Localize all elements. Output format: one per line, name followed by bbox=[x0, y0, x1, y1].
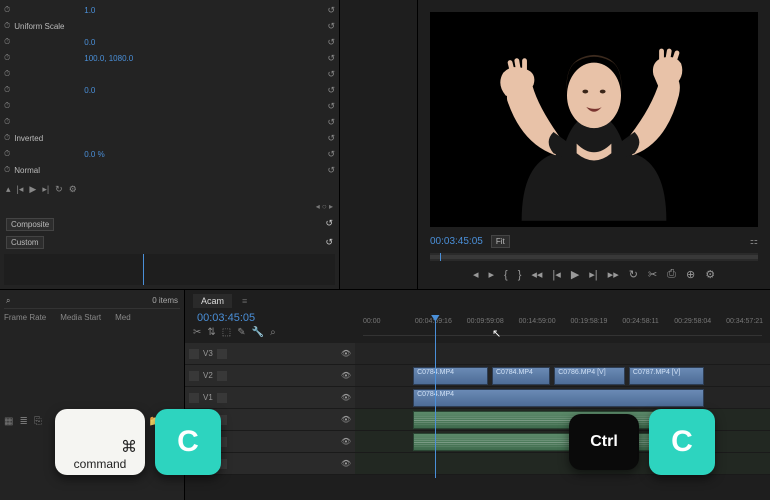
track-header[interactable]: V3👁 bbox=[185, 343, 355, 365]
transport-controls[interactable]: ◂ ▸ {} ◂◂ |◂ ▶ ▸| ▸▸ ↻ ✂ ⎙ ⊕ ⚙ bbox=[430, 264, 758, 285]
ruler-tick: 00:04:59:16 bbox=[415, 318, 452, 325]
project-column-headers[interactable]: Frame Rate Media Start Med bbox=[4, 308, 180, 326]
track-header[interactable]: V2👁 bbox=[185, 365, 355, 387]
ruler-tick: 00:24:58:11 bbox=[622, 318, 658, 325]
effect-timeline-area[interactable] bbox=[4, 254, 335, 285]
blend-composite-dropdown[interactable]: Composite bbox=[6, 218, 54, 231]
transport-button[interactable]: ⎙ bbox=[667, 268, 676, 281]
effect-playback-controls[interactable]: ▴|◂▶▸|↻⚙ bbox=[0, 180, 339, 199]
timeline-clip[interactable]: C0784.MP4 bbox=[492, 367, 550, 385]
program-monitor-panel: 00:03:45:05 Fit ⚏ ◂▸{}◂◂|◂▶▸|▸▸↻✂⎙⊕⚙ bbox=[418, 0, 770, 289]
track-lane[interactable]: C0784.MP4C0784.MP4C0786.MP4 [V]C0787.MP4… bbox=[355, 365, 770, 387]
effect-property-row[interactable]: ⏱↺ bbox=[0, 114, 339, 130]
ruler-tick: 00:00 bbox=[363, 318, 381, 325]
effect-property-row[interactable]: ⏱Inverted↺ bbox=[0, 130, 339, 146]
transport-button[interactable]: |◂ bbox=[552, 268, 560, 281]
effect-property-row[interactable]: ⏱0.0↺ bbox=[0, 82, 339, 98]
timeline-tool-buttons[interactable]: ✂⇅⬚✎🔧⌕ bbox=[193, 324, 363, 341]
effect-property-row[interactable]: ⏱↺ bbox=[0, 66, 339, 82]
sequence-tab[interactable]: Acam bbox=[193, 294, 232, 308]
track-header[interactable]: V1👁 bbox=[185, 387, 355, 409]
transport-button[interactable]: } bbox=[518, 269, 522, 281]
ruler-tick: 00:09:59:08 bbox=[467, 318, 504, 325]
ruler-tick: 00:34:57:21 bbox=[726, 318, 763, 325]
blend-custom-dropdown[interactable]: Custom bbox=[6, 236, 44, 249]
project-search-icon[interactable]: ⌕ bbox=[6, 296, 10, 306]
transport-button[interactable]: { bbox=[504, 269, 508, 281]
timeline-clip[interactable]: C0784.MP4 bbox=[413, 389, 704, 407]
shortcut-windows: Ctrl C bbox=[569, 409, 715, 475]
cursor-icon: ↖ bbox=[492, 327, 501, 340]
project-item-count: 0 items bbox=[152, 296, 178, 306]
timeline-timecode[interactable]: 00:03:45:05 bbox=[193, 312, 363, 324]
effect-property-row[interactable]: ⏱Normal↺ bbox=[0, 162, 339, 178]
shortcut-mac: ⌘ command C bbox=[55, 409, 221, 475]
effect-controls-panel: ⏱1.0↺⏱Uniform Scale↺⏱0.0↺⏱100.0, 1080.0↺… bbox=[0, 0, 340, 289]
effect-property-row[interactable]: ⏱0.0 %↺ bbox=[0, 146, 339, 162]
transport-button[interactable]: ↻ bbox=[629, 268, 638, 281]
command-key: ⌘ command bbox=[55, 409, 145, 475]
c-key-mac: C bbox=[155, 409, 221, 475]
timeline-ruler[interactable]: 00:00 00:04:59:16 00:09:59:08 00:14:59:00 00… bbox=[363, 318, 762, 336]
timeline-clip[interactable]: C0786.MP4 [V] bbox=[554, 367, 625, 385]
program-timecode[interactable]: 00:03:45:05 bbox=[430, 236, 483, 247]
effect-property-row[interactable]: ⏱100.0, 1080.0↺ bbox=[0, 50, 339, 66]
transport-button[interactable]: ◂◂ bbox=[531, 268, 542, 281]
transport-button[interactable]: ▸▸ bbox=[608, 268, 619, 281]
ruler-tick: 00:19:58:19 bbox=[570, 318, 607, 325]
timeline-clip[interactable]: C0784.MP4 bbox=[413, 367, 488, 385]
transport-button[interactable]: ◂ bbox=[473, 268, 479, 281]
track-lane[interactable] bbox=[355, 343, 770, 365]
transport-button[interactable]: ▸ bbox=[488, 268, 494, 281]
ctrl-key: Ctrl bbox=[569, 414, 639, 470]
command-symbol-icon: ⌘ bbox=[121, 437, 137, 457]
effect-property-row[interactable]: ⏱Uniform Scale↺ bbox=[0, 18, 339, 34]
zoom-fit-dropdown[interactable]: Fit bbox=[491, 235, 510, 248]
effect-property-row[interactable]: ⏱↺ bbox=[0, 98, 339, 114]
effect-property-row[interactable]: ⏱0.0↺ bbox=[0, 34, 339, 50]
c-key-win: C bbox=[649, 409, 715, 475]
program-monitor-view[interactable] bbox=[430, 12, 758, 227]
track-lane[interactable]: C0784.MP4 bbox=[355, 387, 770, 409]
project-column[interactable]: Frame Rate bbox=[4, 313, 46, 322]
transport-button[interactable]: ⊕ bbox=[686, 268, 695, 281]
keyframe-nav[interactable]: ◂ ○ ▸ bbox=[0, 199, 339, 214]
transport-button[interactable]: ▸| bbox=[589, 268, 597, 281]
transport-button[interactable]: ✂ bbox=[648, 268, 657, 281]
project-column[interactable]: Media Start bbox=[60, 313, 101, 322]
between-panel-spacer bbox=[340, 0, 418, 289]
transport-button[interactable]: ▶ bbox=[571, 268, 579, 281]
program-scrub-bar[interactable] bbox=[430, 253, 758, 261]
ruler-tick: 00:14:59:00 bbox=[519, 318, 556, 325]
transport-button[interactable]: ⚙ bbox=[705, 268, 715, 281]
project-column[interactable]: Med bbox=[115, 313, 131, 322]
timeline-clip[interactable]: C0787.MP4 [V] bbox=[629, 367, 704, 385]
video-preview-content bbox=[430, 12, 758, 227]
ruler-tick: 00:29:58:04 bbox=[674, 318, 711, 325]
effect-property-row[interactable]: ⏱1.0↺ bbox=[0, 2, 339, 18]
playhead[interactable] bbox=[435, 318, 436, 478]
